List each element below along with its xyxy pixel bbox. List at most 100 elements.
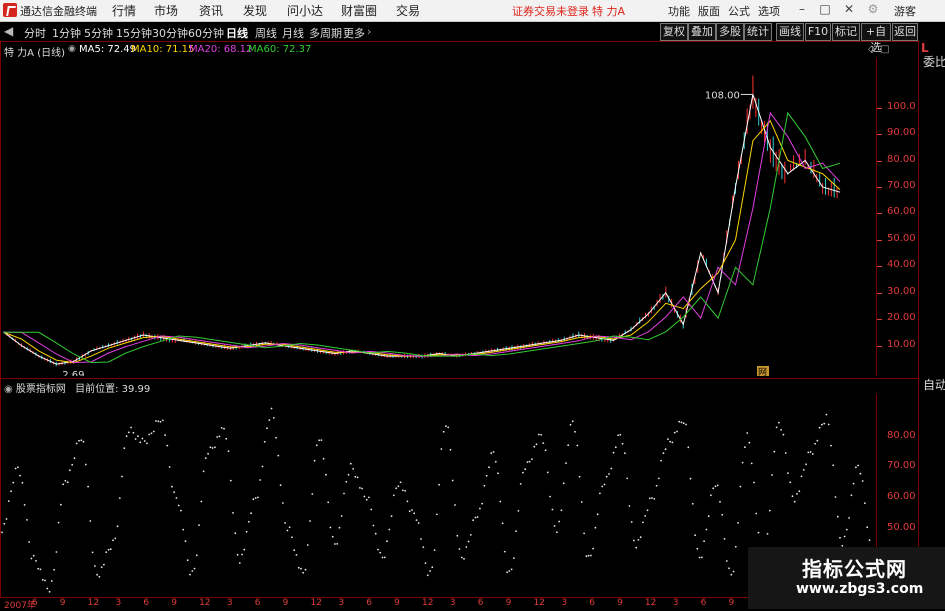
period-fenshi[interactable]: 分时 — [24, 25, 46, 41]
menu-banmian[interactable]: 版面 — [698, 3, 720, 19]
indicator-dot — [716, 484, 719, 487]
indicator-dot — [861, 480, 864, 482]
indicator-dot — [852, 482, 855, 485]
indicator-dot — [78, 439, 80, 442]
indicator-dot — [55, 551, 58, 553]
tick-field[interactable]: 自动 — [921, 378, 945, 394]
indicator-dot — [21, 481, 24, 484]
indicator-dot — [89, 520, 92, 522]
period-more[interactable]: 更多 — [343, 25, 365, 41]
f10-button[interactable]: F10 — [805, 23, 831, 41]
menu-zixun[interactable]: 资讯 — [199, 2, 223, 19]
indicator-dot — [467, 540, 470, 543]
indicator-dot — [44, 579, 46, 582]
indicator-dot — [390, 515, 393, 518]
indicator-dot — [676, 430, 678, 433]
menu-faxian[interactable]: 发现 — [243, 2, 267, 19]
minimize-icon[interactable]: – — [795, 2, 809, 16]
price-tick-mark — [877, 213, 882, 215]
mark-button[interactable]: 标记 — [832, 23, 860, 41]
indicator-chart[interactable] — [0, 394, 876, 596]
indicator-dot — [132, 431, 135, 434]
indicator-tick: 60.00 — [887, 491, 916, 502]
period-weekly[interactable]: 周线 — [255, 25, 277, 41]
indicator-dot — [823, 422, 826, 425]
period-15min[interactable]: 15分钟 — [116, 25, 152, 41]
indicator-dot — [320, 439, 323, 441]
guest-label[interactable]: 游客 — [894, 3, 916, 19]
return-button[interactable]: 返回 — [892, 23, 918, 41]
indicator-dot — [524, 468, 527, 471]
multi-stock-button[interactable]: 多股 — [716, 23, 744, 41]
indicator-dots — [1, 407, 873, 593]
period-monthly[interactable]: 月线 — [282, 25, 304, 41]
indicator-dot — [143, 440, 146, 442]
overlay-button[interactable]: 叠加 — [688, 23, 716, 41]
period-5min[interactable]: 5分钟 — [84, 25, 113, 41]
fuquan-button[interactable]: 复权 — [660, 23, 688, 41]
menu-xuanxiang[interactable]: 选项 — [758, 3, 780, 19]
indicator-dot — [522, 471, 524, 474]
title-bar: 通达信金融终端 行情 市场 资讯 发现 问小达 财富圈 交易 证券交易未登录 特… — [0, 0, 945, 22]
menu-caifuquan[interactable]: 财富圈 — [341, 2, 377, 19]
login-status[interactable]: 证券交易未登录 — [512, 3, 589, 19]
indicator-dot — [818, 426, 821, 429]
menu-gongshi[interactable]: 公式 — [728, 3, 750, 19]
settings-icon[interactable]: ⚙ — [866, 2, 880, 16]
indicator-dot — [778, 421, 780, 424]
indicator-dot — [562, 482, 565, 485]
date-tick: 12 — [644, 598, 657, 608]
add-watchlist-button[interactable]: +自选 — [861, 23, 891, 54]
indicator-dot — [166, 444, 169, 447]
indicator-dot — [789, 481, 792, 484]
indicator-dot — [821, 423, 823, 426]
indicator-tick: 80.00 — [887, 429, 916, 441]
period-daily[interactable]: 日线 — [226, 25, 248, 41]
indicator-dot — [569, 423, 572, 426]
indicator-dot — [755, 512, 758, 515]
indicator-dot — [721, 513, 724, 516]
stats-button[interactable]: 统计 — [744, 23, 772, 41]
menu-wenxiaoda[interactable]: 问小达 — [287, 2, 323, 19]
indicator-dot — [472, 519, 474, 522]
indicator-dot — [857, 464, 859, 467]
indicator-dot — [635, 546, 638, 549]
indicator-dot — [426, 574, 429, 577]
indicator-dot — [277, 454, 280, 457]
period-30min[interactable]: 30分钟 — [152, 25, 188, 41]
watermark-title: 指标公式网 — [802, 557, 907, 581]
indicator-dot — [454, 504, 456, 506]
indicator-dot — [678, 420, 681, 423]
indicator-dot — [415, 519, 418, 521]
restore-icon[interactable]: □ — [818, 2, 832, 16]
period-1min[interactable]: 1分钟 — [52, 25, 81, 41]
indicator-dot — [585, 555, 588, 558]
back-arrow-icon[interactable]: ◀ — [4, 24, 13, 38]
menu-jiaoyi[interactable]: 交易 — [396, 2, 420, 19]
indicator-dot — [793, 500, 796, 503]
close-icon[interactable]: ✕ — [842, 2, 856, 16]
more-chevron-icon[interactable]: › — [367, 25, 371, 38]
indicator-dot — [503, 550, 506, 553]
chart-close-icon[interactable]: □ — [880, 44, 889, 55]
menu-hangqing[interactable]: 行情 — [112, 2, 136, 19]
indicator-header: ◉ 股票指标网 目前位置: 39.99 — [4, 380, 150, 395]
price-tick: 40.00 — [887, 259, 916, 271]
period-60min[interactable]: 60分钟 — [188, 25, 224, 41]
price-tick-mark — [877, 292, 882, 294]
price-chart[interactable]: 108.00 2.69 网 — [0, 58, 876, 376]
period-multi[interactable]: 多周期 — [309, 25, 342, 41]
price-tick-mark — [877, 239, 882, 241]
indicator-dot — [75, 442, 78, 445]
indicator-dot — [657, 477, 660, 480]
indicator-dot — [379, 551, 382, 554]
menu-gongneng[interactable]: 功能 — [668, 3, 690, 19]
indicator-dot — [719, 500, 721, 503]
indicator-dot — [741, 461, 744, 464]
indicator-dot — [186, 559, 189, 562]
indicator-dot — [150, 432, 153, 435]
info-marker: 网 — [757, 366, 769, 376]
draw-line-button[interactable]: 画线 — [776, 23, 804, 41]
menu-shichang[interactable]: 市场 — [154, 2, 178, 19]
indicator-dot — [750, 462, 753, 465]
